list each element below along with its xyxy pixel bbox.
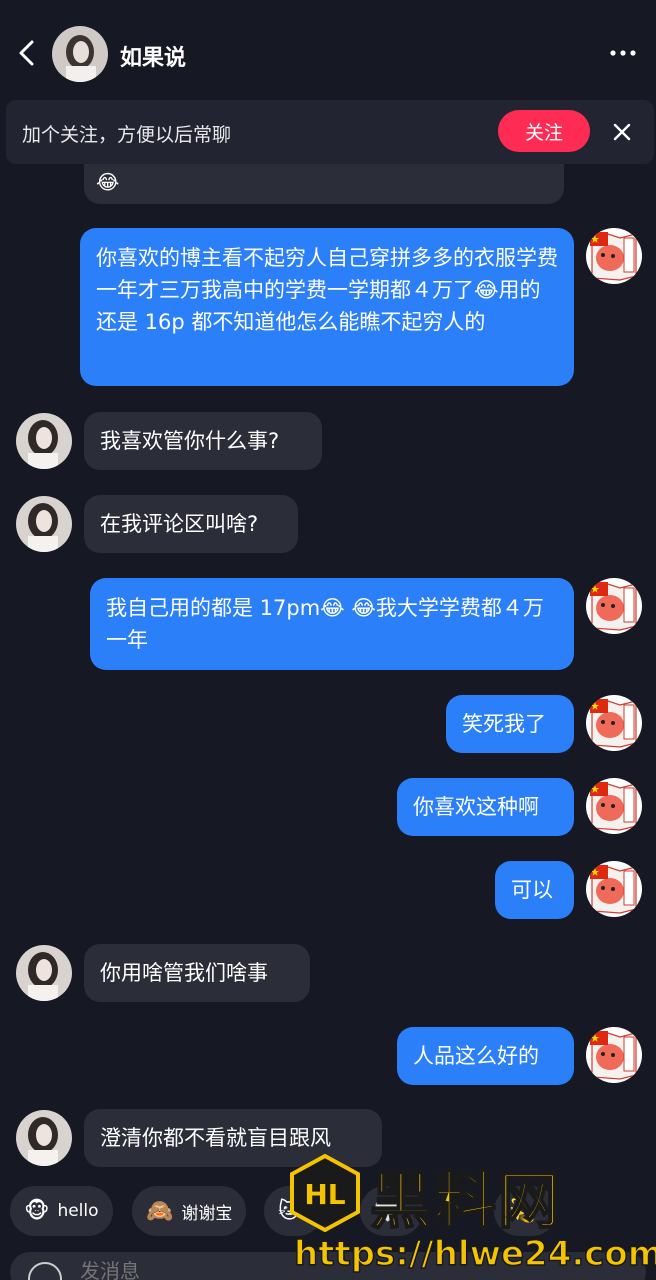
my-avatar[interactable]: [586, 1027, 642, 1083]
my-avatar[interactable]: [586, 778, 642, 834]
my-avatar[interactable]: [586, 861, 642, 917]
message-text: 我自己用的都是 17pm😂 😂我大学学费都４万一年: [106, 596, 544, 652]
message-text: 你喜欢的博主看不起穷人自己穿拼多多的衣服学费一年才三万我高中的学费一学期都４万了…: [96, 246, 558, 334]
voice-icon[interactable]: [28, 1262, 62, 1280]
chat-header: 如果说: [0, 0, 656, 100]
message-text: 我喜欢管你什么事?: [100, 429, 280, 453]
quick-reply-thanks[interactable]: 🙈 谢谢宝: [132, 1186, 247, 1236]
message-text: 你用啥管我们啥事: [100, 961, 268, 985]
watermark: HL 黑料网 https://hlwe24.com: [284, 1148, 656, 1280]
my-avatar[interactable]: [586, 228, 642, 284]
monkey-icon: 🐵: [24, 1198, 50, 1224]
message-bubble-sent[interactable]: 人品这么好的: [397, 1027, 574, 1085]
message-bubble-sent[interactable]: 笑死我了: [446, 695, 574, 753]
watermark-logo-icon: HL: [290, 1154, 360, 1232]
message-text: 人品这么好的: [413, 1044, 539, 1068]
message-bubble-sent[interactable]: 我自己用的都是 17pm😂 😂我大学学费都４万一年: [90, 578, 574, 670]
back-arrow-icon[interactable]: [12, 36, 40, 70]
chip-label: hello: [57, 1201, 99, 1221]
message-bubble-received[interactable]: 在我评论区叫啥?: [84, 495, 298, 553]
follow-button[interactable]: 关注: [498, 110, 590, 152]
contact-avatar[interactable]: [16, 945, 72, 1001]
message-text: 你喜欢这种啊: [413, 795, 539, 819]
message-text: 在我评论区叫啥?: [100, 512, 259, 536]
svg-text:HL: HL: [304, 1178, 345, 1211]
message-text: 澄清你都不看就盲目跟风: [100, 1126, 331, 1150]
message-text: 可以: [511, 878, 553, 902]
follow-banner-text: 加个关注，方便以后常聊: [22, 124, 232, 146]
message-bubble-sent[interactable]: 你喜欢的博主看不起穷人自己穿拼多多的衣服学费一年才三万我高中的学费一学期都４万了…: [80, 228, 574, 386]
message-text: 笑死我了: [462, 712, 546, 736]
follow-banner: 加个关注，方便以后常聊 关注: [6, 100, 654, 164]
message-bubble-received[interactable]: 我喜欢管你什么事?: [84, 412, 322, 470]
contact-avatar[interactable]: [16, 1110, 72, 1166]
contact-avatar[interactable]: [52, 26, 108, 82]
contact-avatar[interactable]: [16, 413, 72, 469]
more-options-icon[interactable]: [608, 40, 638, 66]
chip-label: 谢谢宝: [181, 1203, 233, 1224]
quick-reply-hello[interactable]: 🐵 hello: [10, 1186, 113, 1236]
my-avatar[interactable]: [586, 695, 642, 751]
contact-name: 如果说: [120, 46, 187, 71]
my-avatar[interactable]: [586, 578, 642, 634]
monkey-flower-icon: 🙈: [146, 1198, 174, 1224]
close-icon[interactable]: [608, 118, 636, 146]
message-bubble-sent[interactable]: 你喜欢这种啊: [397, 778, 574, 836]
message-bubble-received[interactable]: 你用啥管我们啥事: [84, 944, 310, 1002]
watermark-logo-text: 黑料网: [369, 1163, 563, 1238]
laughing-emoji-icon: 😂: [96, 170, 120, 194]
watermark-url: https://hlwe24.com: [293, 1233, 656, 1275]
message-bubble-sent[interactable]: 可以: [495, 861, 574, 919]
contact-avatar[interactable]: [16, 496, 72, 552]
